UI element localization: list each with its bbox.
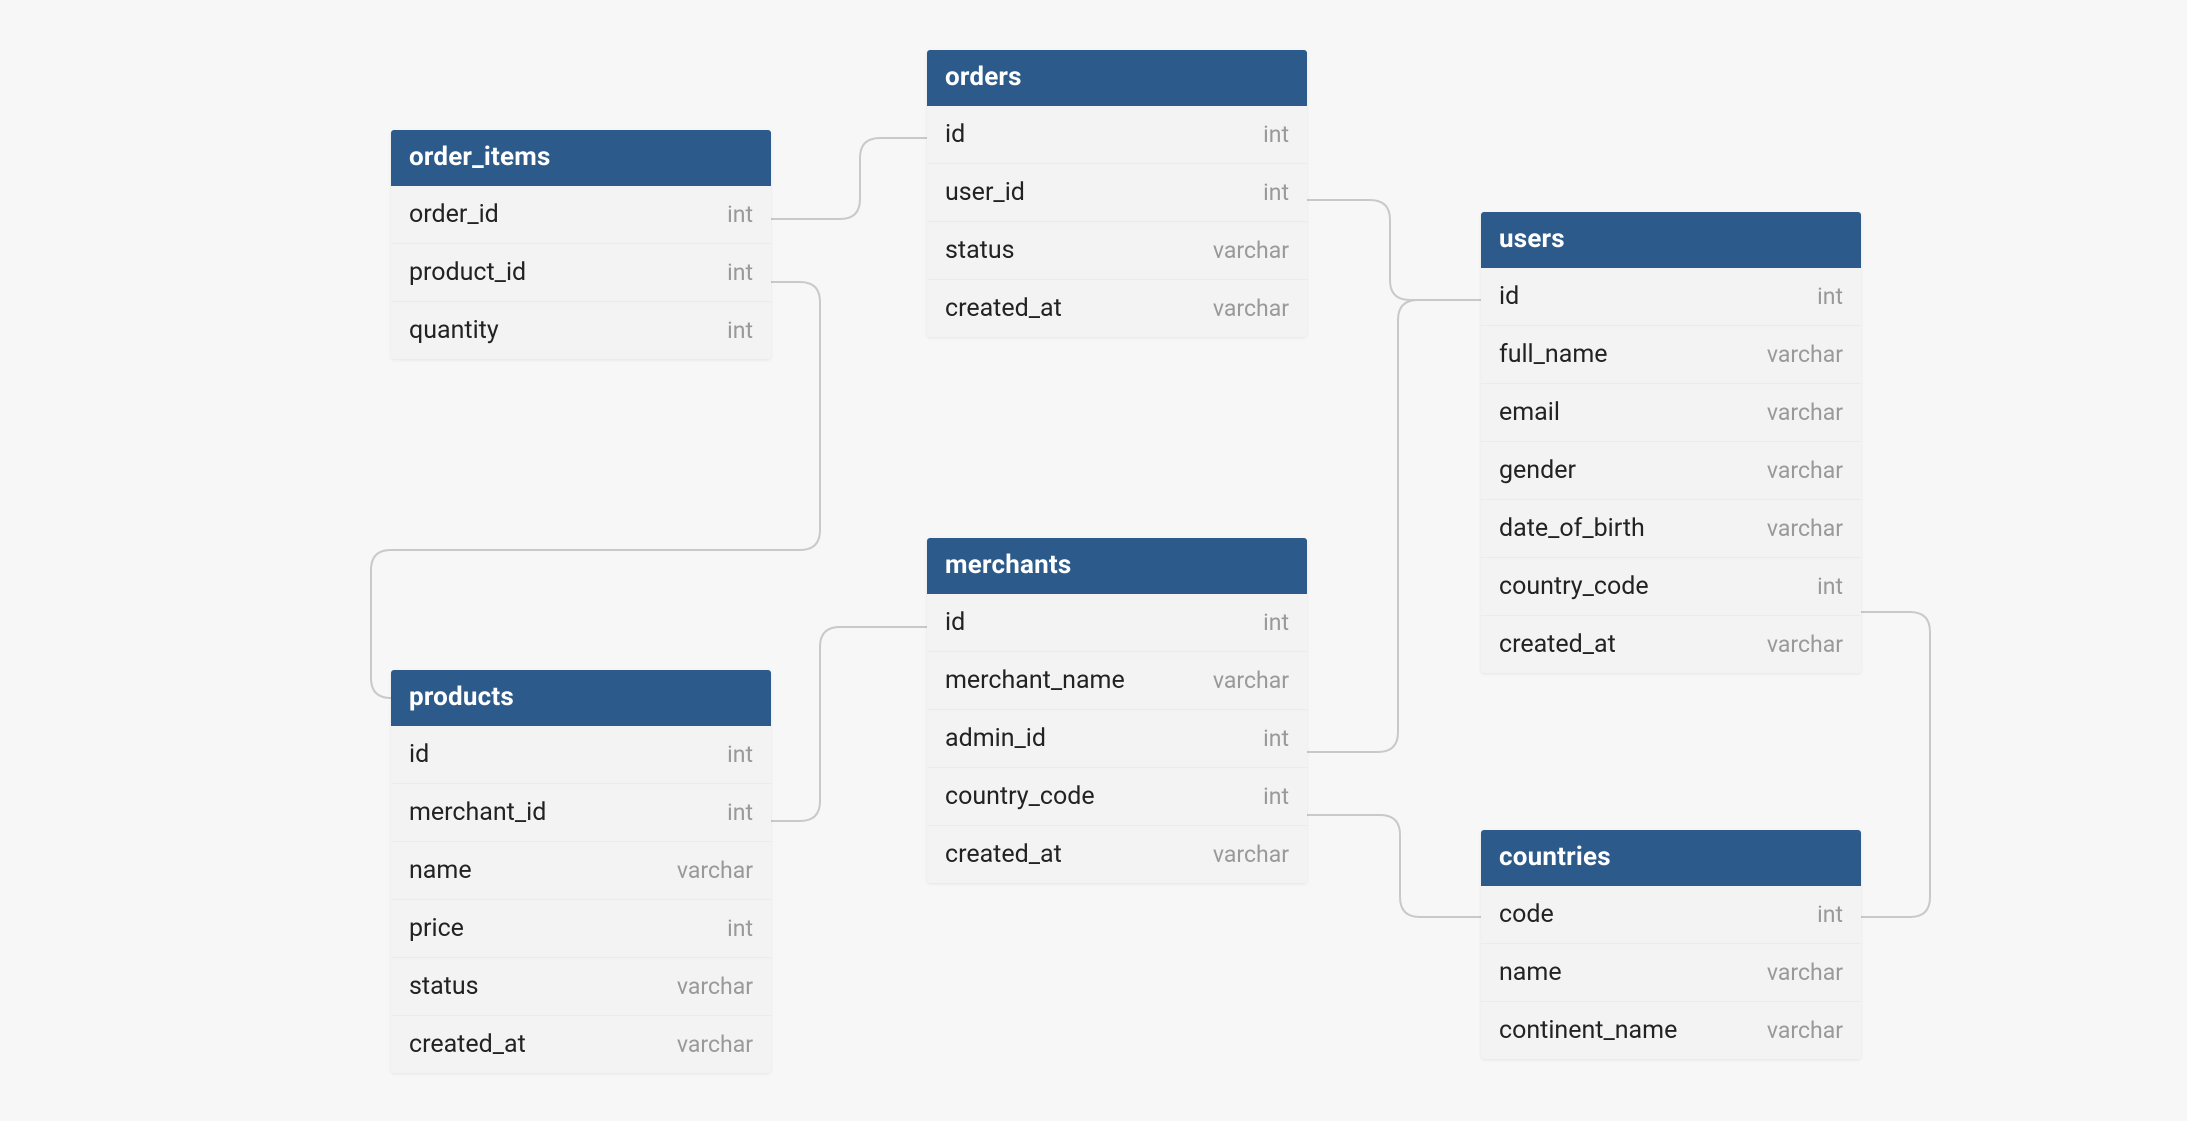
table-merchants[interactable]: merchants id int merchant_name varchar a… xyxy=(927,538,1307,883)
table-products[interactable]: products id int merchant_id int name var… xyxy=(391,670,771,1073)
table-users[interactable]: users id int full_name varchar email var… xyxy=(1481,212,1861,673)
column-type: int xyxy=(1263,783,1289,810)
column-name: merchant_name xyxy=(945,666,1125,695)
column-type: varchar xyxy=(677,1031,753,1058)
table-countries[interactable]: countries code int name varchar continen… xyxy=(1481,830,1861,1059)
table-row[interactable]: continent_name varchar xyxy=(1481,1002,1861,1059)
column-name: order_id xyxy=(409,200,499,229)
table-row[interactable]: id int xyxy=(927,594,1307,652)
column-name: created_at xyxy=(945,294,1062,323)
column-name: created_at xyxy=(409,1030,526,1059)
column-type: varchar xyxy=(1767,515,1843,542)
table-row[interactable]: created_at varchar xyxy=(1481,616,1861,673)
column-type: varchar xyxy=(1767,399,1843,426)
column-name: full_name xyxy=(1499,340,1608,369)
column-type: varchar xyxy=(1213,237,1289,264)
column-type: varchar xyxy=(1213,841,1289,868)
column-type: varchar xyxy=(677,857,753,884)
column-name: id xyxy=(1499,282,1519,311)
column-type: int xyxy=(1263,179,1289,206)
table-row[interactable]: full_name varchar xyxy=(1481,326,1861,384)
table-row[interactable]: gender varchar xyxy=(1481,442,1861,500)
column-name: quantity xyxy=(409,316,499,345)
column-type: int xyxy=(727,799,753,826)
column-type: int xyxy=(727,915,753,942)
table-row[interactable]: date_of_birth varchar xyxy=(1481,500,1861,558)
column-type: int xyxy=(1817,573,1843,600)
column-name: country_code xyxy=(1499,572,1649,601)
table-row[interactable]: country_code int xyxy=(1481,558,1861,616)
table-header: products xyxy=(391,670,771,726)
table-row[interactable]: email varchar xyxy=(1481,384,1861,442)
table-row[interactable]: name varchar xyxy=(1481,944,1861,1002)
column-name: id xyxy=(945,608,965,637)
table-row[interactable]: status varchar xyxy=(927,222,1307,280)
column-type: varchar xyxy=(1213,667,1289,694)
column-type: int xyxy=(1817,283,1843,310)
column-type: varchar xyxy=(1767,959,1843,986)
table-row[interactable]: product_id int xyxy=(391,244,771,302)
table-header: countries xyxy=(1481,830,1861,886)
table-row[interactable]: id int xyxy=(1481,268,1861,326)
column-name: code xyxy=(1499,900,1554,929)
table-row[interactable]: code int xyxy=(1481,886,1861,944)
table-row[interactable]: created_at varchar xyxy=(927,826,1307,883)
table-row[interactable]: admin_id int xyxy=(927,710,1307,768)
column-type: varchar xyxy=(1767,341,1843,368)
table-row[interactable]: status varchar xyxy=(391,958,771,1016)
column-type: varchar xyxy=(1767,1017,1843,1044)
table-row[interactable]: merchant_name varchar xyxy=(927,652,1307,710)
column-name: status xyxy=(945,236,1015,265)
column-name: email xyxy=(1499,398,1560,427)
table-row[interactable]: quantity int xyxy=(391,302,771,359)
column-name: product_id xyxy=(409,258,526,287)
column-name: created_at xyxy=(945,840,1062,869)
column-type: int xyxy=(1263,725,1289,752)
table-row[interactable]: id int xyxy=(927,106,1307,164)
table-header: order_items xyxy=(391,130,771,186)
table-row[interactable]: price int xyxy=(391,900,771,958)
column-name: name xyxy=(409,856,472,885)
table-order-items[interactable]: order_items order_id int product_id int … xyxy=(391,130,771,359)
table-row[interactable]: user_id int xyxy=(927,164,1307,222)
column-type: int xyxy=(1263,609,1289,636)
column-name: price xyxy=(409,914,464,943)
table-row[interactable]: merchant_id int xyxy=(391,784,771,842)
column-type: int xyxy=(1263,121,1289,148)
column-type: varchar xyxy=(677,973,753,1000)
column-name: gender xyxy=(1499,456,1576,485)
table-row[interactable]: created_at varchar xyxy=(391,1016,771,1073)
table-header: orders xyxy=(927,50,1307,106)
column-type: int xyxy=(727,201,753,228)
table-header: users xyxy=(1481,212,1861,268)
table-row[interactable]: created_at varchar xyxy=(927,280,1307,337)
table-row[interactable]: country_code int xyxy=(927,768,1307,826)
column-type: int xyxy=(727,741,753,768)
column-name: admin_id xyxy=(945,724,1046,753)
column-name: status xyxy=(409,972,479,1001)
column-type: int xyxy=(727,259,753,286)
table-orders[interactable]: orders id int user_id int status varchar… xyxy=(927,50,1307,337)
diagram-canvas[interactable]: order_items order_id int product_id int … xyxy=(0,0,2187,1121)
table-row[interactable]: name varchar xyxy=(391,842,771,900)
column-type: varchar xyxy=(1767,631,1843,658)
table-header: merchants xyxy=(927,538,1307,594)
column-name: user_id xyxy=(945,178,1025,207)
column-name: created_at xyxy=(1499,630,1616,659)
column-name: id xyxy=(409,740,429,769)
column-name: date_of_birth xyxy=(1499,514,1645,543)
table-row[interactable]: id int xyxy=(391,726,771,784)
column-name: merchant_id xyxy=(409,798,546,827)
column-name: country_code xyxy=(945,782,1095,811)
column-type: varchar xyxy=(1767,457,1843,484)
column-name: continent_name xyxy=(1499,1016,1677,1045)
column-name: name xyxy=(1499,958,1562,987)
table-row[interactable]: order_id int xyxy=(391,186,771,244)
column-type: int xyxy=(1817,901,1843,928)
column-type: varchar xyxy=(1213,295,1289,322)
column-name: id xyxy=(945,120,965,149)
column-type: int xyxy=(727,317,753,344)
